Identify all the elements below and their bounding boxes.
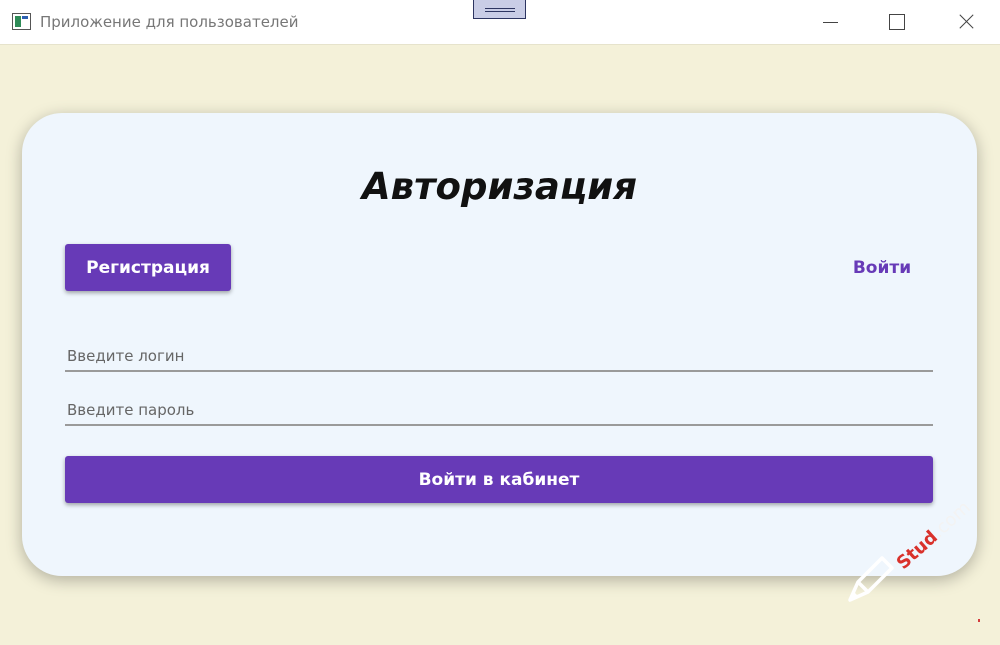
stray-dot <box>978 619 980 622</box>
login-input[interactable] <box>65 342 933 372</box>
login-tab-button[interactable]: Войти <box>822 253 942 283</box>
app-icon <box>12 13 31 30</box>
window-titlebar[interactable]: Приложение для пользователей <box>0 0 1000 45</box>
watermark-text-faded: .com <box>927 497 975 543</box>
watermark-text: Stud.com <box>893 497 975 574</box>
minimize-button[interactable] <box>806 0 852 45</box>
drag-handle[interactable] <box>473 0 526 19</box>
password-input[interactable] <box>65 396 933 426</box>
watermark: Stud.com <box>840 495 975 615</box>
window-title: Приложение для пользователей <box>40 13 299 31</box>
submit-login-button[interactable]: Войти в кабинет <box>65 456 933 503</box>
register-button[interactable]: Регистрация <box>65 244 231 291</box>
page-title: Авторизация <box>362 165 637 208</box>
close-button[interactable] <box>943 0 989 45</box>
auth-card: Авторизация Регистрация Войти Войти в ка… <box>22 113 977 576</box>
maximize-button[interactable] <box>873 0 919 45</box>
